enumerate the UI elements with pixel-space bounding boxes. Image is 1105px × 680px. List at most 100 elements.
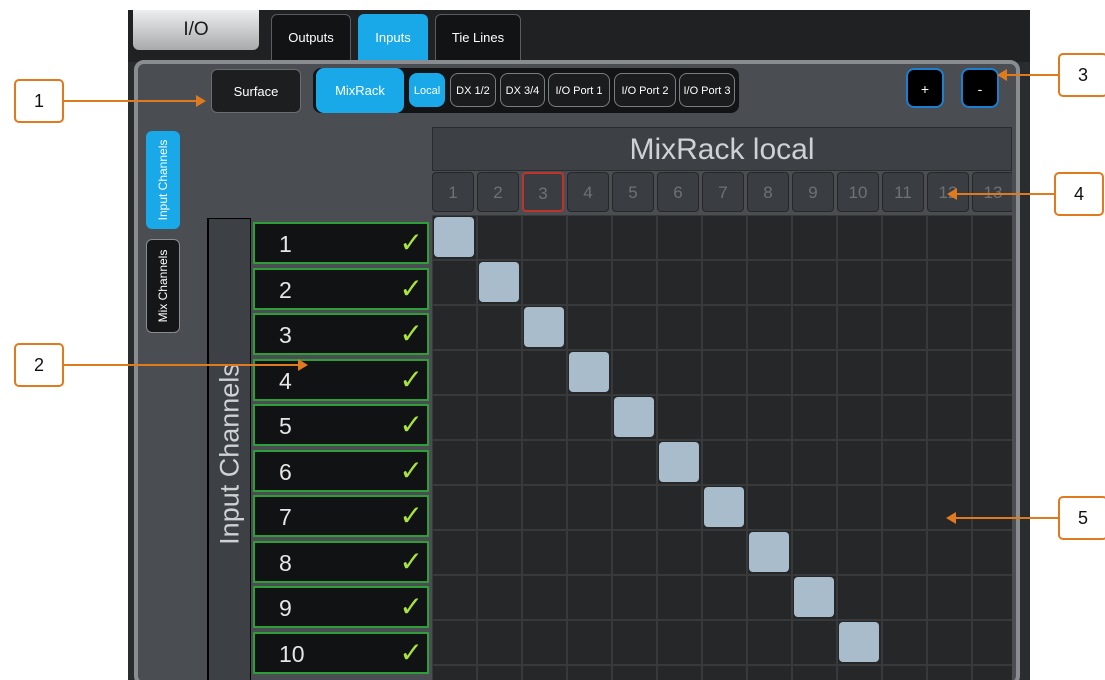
patch-point[interactable]	[749, 532, 789, 572]
patch-point[interactable]	[434, 217, 474, 257]
matrix-cell[interactable]	[972, 620, 1012, 665]
matrix-cell[interactable]	[747, 305, 792, 350]
patch-point[interactable]	[524, 307, 564, 347]
matrix-cell[interactable]	[702, 215, 747, 260]
matrix-cell[interactable]	[657, 305, 702, 350]
matrix-cell[interactable]	[837, 575, 882, 620]
matrix-cell[interactable]	[477, 530, 522, 575]
matrix-cell[interactable]	[702, 350, 747, 395]
matrix-cell[interactable]	[747, 575, 792, 620]
row-header[interactable]: 8 ✓	[253, 540, 429, 583]
matrix-cell[interactable]	[432, 305, 477, 350]
matrix-cell[interactable]	[882, 215, 927, 260]
patch-point[interactable]	[794, 577, 834, 617]
matrix-cell[interactable]	[747, 485, 792, 530]
matrix-cell[interactable]	[882, 620, 927, 665]
matrix-cell[interactable]	[522, 395, 567, 440]
matrix-cell[interactable]	[882, 260, 927, 305]
matrix-cell[interactable]	[432, 260, 477, 305]
matrix-cell[interactable]	[432, 440, 477, 485]
side-tab-input-channels[interactable]: Input Channels	[146, 131, 180, 229]
matrix-cell[interactable]	[567, 530, 612, 575]
matrix-cell[interactable]	[927, 440, 972, 485]
matrix-cell[interactable]	[837, 305, 882, 350]
matrix-cell[interactable]	[522, 665, 567, 680]
matrix-cell[interactable]	[567, 395, 612, 440]
matrix-cell[interactable]	[837, 395, 882, 440]
matrix-cell[interactable]	[747, 440, 792, 485]
matrix-cell[interactable]	[882, 665, 927, 680]
matrix-cell[interactable]	[477, 215, 522, 260]
matrix-cell[interactable]	[702, 440, 747, 485]
matrix-cell[interactable]	[567, 305, 612, 350]
matrix-cell[interactable]	[657, 215, 702, 260]
patch-point[interactable]	[704, 487, 744, 527]
matrix-cell[interactable]	[612, 485, 657, 530]
matrix-cell[interactable]	[477, 440, 522, 485]
matrix-cell[interactable]	[927, 620, 972, 665]
matrix-cell[interactable]	[972, 530, 1012, 575]
matrix-cell[interactable]	[837, 350, 882, 395]
matrix-cell[interactable]	[612, 305, 657, 350]
matrix-cell[interactable]	[792, 305, 837, 350]
local-button[interactable]: Local	[409, 73, 445, 107]
zoom-in-button[interactable]: +	[906, 68, 944, 108]
matrix-cell[interactable]	[612, 350, 657, 395]
matrix-cell[interactable]	[522, 530, 567, 575]
tab-outputs[interactable]: Outputs	[271, 14, 351, 60]
matrix-cell[interactable]	[702, 575, 747, 620]
tab-inputs[interactable]: Inputs	[358, 14, 428, 60]
row-header[interactable]: 2 ✓	[253, 267, 429, 310]
side-tab-mix-channels[interactable]: Mix Channels	[146, 239, 180, 333]
matrix-cell[interactable]	[927, 395, 972, 440]
matrix-cell[interactable]	[837, 260, 882, 305]
patch-point[interactable]	[839, 622, 879, 662]
matrix-cell[interactable]	[792, 440, 837, 485]
matrix-cell[interactable]	[702, 395, 747, 440]
surface-button[interactable]: Surface	[211, 69, 301, 113]
matrix-cell[interactable]	[477, 485, 522, 530]
matrix-cell[interactable]	[522, 440, 567, 485]
io-port-1-button[interactable]: I/O Port 1	[548, 73, 610, 107]
matrix-cell[interactable]	[972, 395, 1012, 440]
column-header[interactable]: 1	[432, 172, 474, 212]
matrix-cell[interactable]	[747, 665, 792, 680]
matrix-cell[interactable]	[657, 485, 702, 530]
row-header[interactable]: 3 ✓	[253, 313, 429, 355]
patch-point[interactable]	[569, 352, 609, 392]
matrix-cell[interactable]	[657, 620, 702, 665]
matrix-cell[interactable]	[657, 350, 702, 395]
column-header[interactable]: 2	[477, 172, 519, 212]
matrix-cell[interactable]	[522, 260, 567, 305]
matrix-cell[interactable]	[567, 620, 612, 665]
matrix-cell[interactable]	[477, 305, 522, 350]
matrix-cell[interactable]	[567, 440, 612, 485]
matrix-cell[interactable]	[972, 665, 1012, 680]
column-header[interactable]: 10	[837, 172, 879, 212]
matrix-cell[interactable]	[882, 485, 927, 530]
matrix-cell[interactable]	[972, 350, 1012, 395]
column-header[interactable]: 9	[792, 172, 834, 212]
mixrack-button[interactable]: MixRack	[316, 68, 404, 113]
row-header[interactable]: 5 ✓	[253, 404, 429, 446]
matrix-cell[interactable]	[567, 215, 612, 260]
matrix-cell[interactable]	[792, 485, 837, 530]
tab-tie-lines[interactable]: Tie Lines	[435, 14, 521, 60]
matrix-cell[interactable]	[747, 215, 792, 260]
matrix-cell[interactable]	[792, 260, 837, 305]
matrix-cell[interactable]	[612, 575, 657, 620]
matrix-cell[interactable]	[432, 665, 477, 680]
column-header[interactable]: 4	[567, 172, 609, 212]
matrix-cell[interactable]	[882, 350, 927, 395]
matrix-cell[interactable]	[567, 485, 612, 530]
patch-point[interactable]	[659, 442, 699, 482]
matrix-cell[interactable]	[522, 620, 567, 665]
matrix-cell[interactable]	[882, 305, 927, 350]
matrix-cell[interactable]	[612, 260, 657, 305]
matrix-cell[interactable]	[837, 485, 882, 530]
dx-1-2-button[interactable]: DX 1/2	[450, 73, 496, 107]
matrix-cell[interactable]	[837, 440, 882, 485]
matrix-cell[interactable]	[972, 215, 1012, 260]
matrix-cell[interactable]	[477, 350, 522, 395]
matrix-cell[interactable]	[927, 215, 972, 260]
